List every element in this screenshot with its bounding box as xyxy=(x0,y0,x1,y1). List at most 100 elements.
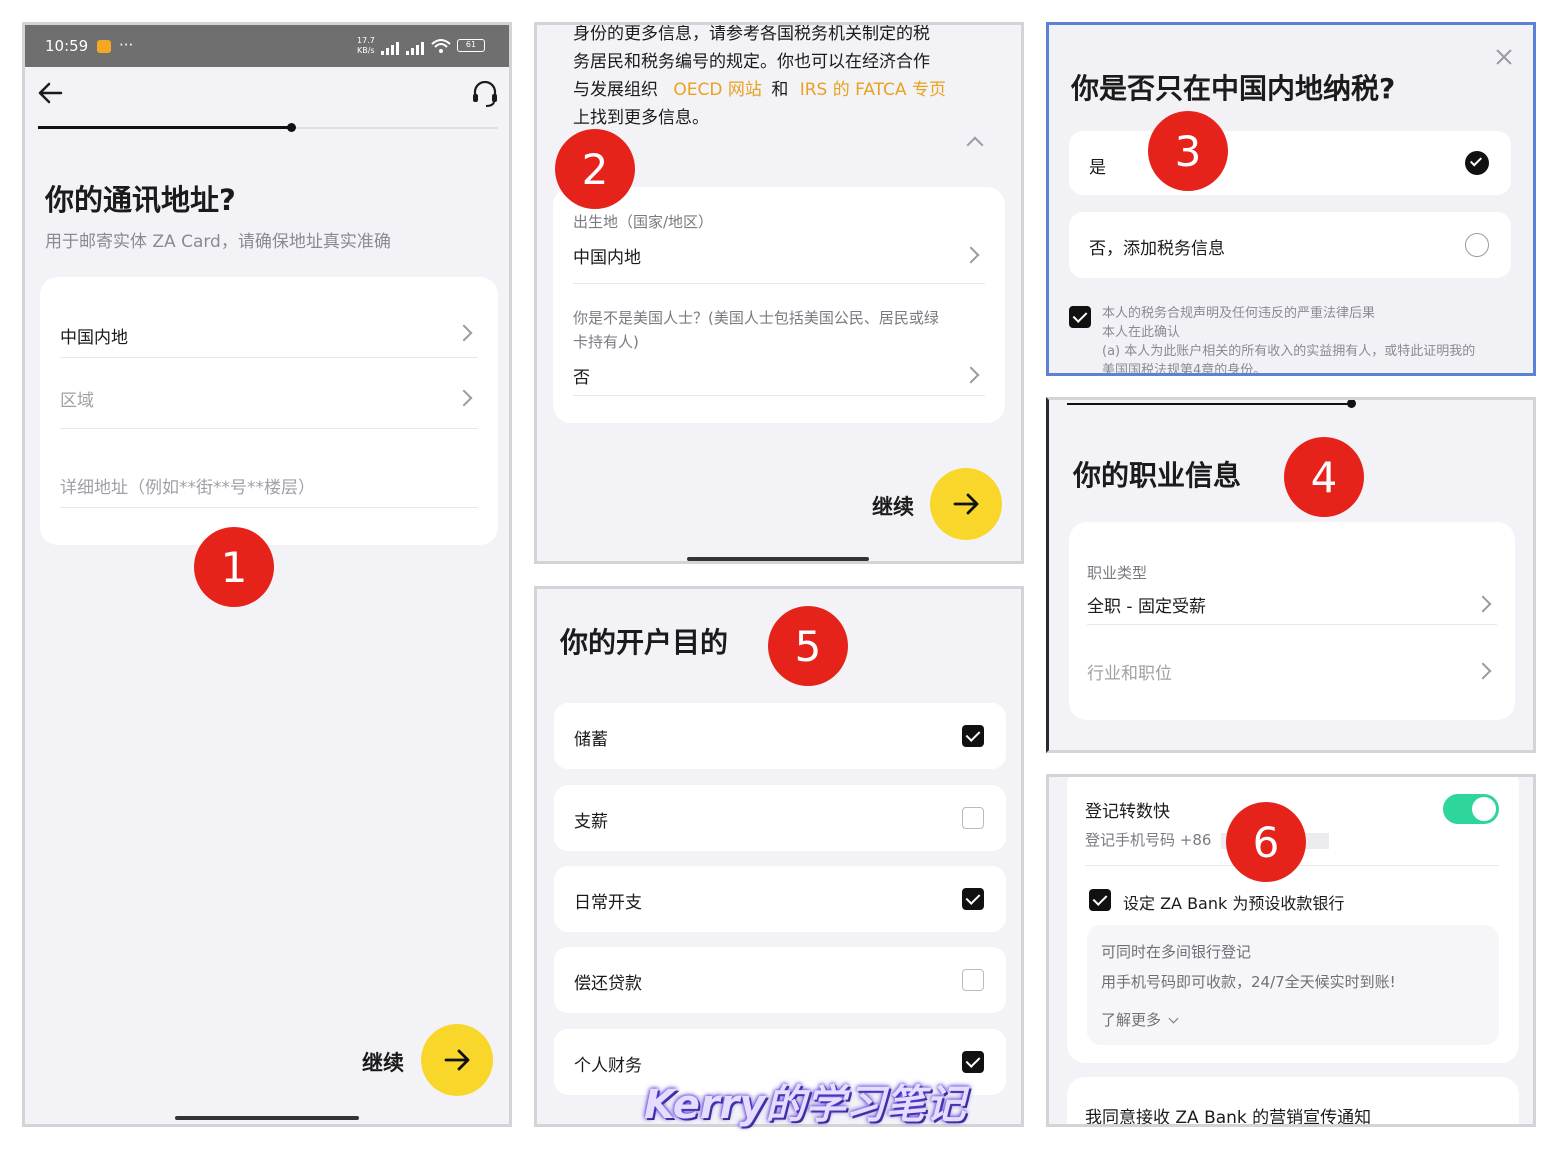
option-yes[interactable]: 是 xyxy=(1069,131,1511,195)
birthplace-select[interactable]: 出生地（国家/地区） 中国内地 xyxy=(573,211,985,275)
job-type-select[interactable]: 职业类型 全职 - 固定受薪 xyxy=(1087,562,1497,624)
divider xyxy=(573,283,985,284)
marketing-consent-label: 我同意接收 ZA Bank 的营销宣传通知 xyxy=(1085,1108,1372,1127)
learn-more-link[interactable]: 了解更多 xyxy=(1101,1009,1179,1030)
fps-info-box: 可同时在多间银行登记 用手机号码即可收款，24/7全天候实时到账! 了解更多 xyxy=(1087,925,1499,1045)
occupation-card: 职业类型 全职 - 固定受薪 行业和职位 xyxy=(1069,522,1515,720)
irs-fatca-link[interactable]: IRS 的 FATCA 专页 xyxy=(800,80,946,100)
arrow-right-icon xyxy=(953,493,979,515)
page-title: 你的开户目的 xyxy=(560,626,729,659)
chevron-right-icon xyxy=(455,389,473,407)
us-person-answer: 否 xyxy=(573,368,590,388)
personal-info-card: 出生地（国家/地区） 中国内地 你是不是美国人士？(美国人士包括美国公民、居民或… xyxy=(553,187,1005,423)
back-arrow-icon[interactable] xyxy=(37,81,63,109)
radio-checked-icon xyxy=(1465,151,1489,175)
declaration-line3: (a) 本人为此账户相关的所有收入的实益拥有人，或特此证明我的 xyxy=(1102,344,1476,359)
checkbox-checked-icon xyxy=(962,1051,984,1073)
battery-icon: 61 xyxy=(457,39,485,52)
step-badge-1: 1 xyxy=(194,527,274,607)
step-badge-5: 5 xyxy=(768,606,848,686)
chevron-down-icon xyxy=(1168,1013,1179,1024)
arrow-right-icon xyxy=(444,1049,470,1071)
notification-icon xyxy=(97,40,111,53)
page-title: 你的通讯地址? xyxy=(45,183,236,217)
progress-dot xyxy=(1347,400,1356,408)
home-indicator xyxy=(175,1116,359,1120)
checkbox-checked-icon xyxy=(962,725,984,747)
progress-track xyxy=(38,123,498,132)
job-type-label: 职业类型 xyxy=(1087,564,1148,582)
fps-title: 登记转数快 xyxy=(1085,802,1170,822)
customer-service-icon[interactable] xyxy=(471,80,499,111)
us-person-question-line1: 你是不是美国人士？(美国人士包括美国公民、居民或绿 xyxy=(573,309,939,327)
info-paragraph-line4: 上找到更多信息。 xyxy=(573,108,709,128)
info-paragraph-line1: 身份的更多信息，请参考各国税务机关制定的税 xyxy=(573,24,930,44)
option-no[interactable]: 否，添加税务信息 xyxy=(1069,212,1511,278)
fps-toggle[interactable] xyxy=(1443,794,1499,824)
birthplace-label: 出生地（国家/地区） xyxy=(573,213,714,231)
info-paragraph-line3: 与发展组织 OECD 网站 和 IRS 的 FATCA 专页 xyxy=(573,75,946,100)
option-yes-label: 是 xyxy=(1089,158,1106,178)
chevron-right-icon xyxy=(455,324,473,342)
region-select[interactable]: 中国内地 xyxy=(60,299,478,357)
and-text: 和 xyxy=(771,80,789,100)
address-form-card: 中国内地 区域 详细地址（例如**街**号**楼层） xyxy=(40,277,498,545)
declaration-line1: 本人的税务合规声明及任何违反的严重法律后果 xyxy=(1102,306,1376,321)
region-value: 中国内地 xyxy=(60,328,128,348)
status-time: 10:59 xyxy=(45,37,89,55)
declaration-line2: 本人在此确认 xyxy=(1102,325,1181,340)
oecd-link[interactable]: OECD 网站 xyxy=(673,80,762,100)
step-badge-2: 2 xyxy=(555,129,635,209)
status-bar: 10:59 ··· 17.7 KB/s 61 xyxy=(25,25,509,67)
chevron-up-icon[interactable] xyxy=(966,136,984,154)
checkbox-checked-icon xyxy=(962,888,984,910)
panel-tax-question: 你是否只在中国内地纳税? 是 否，添加税务信息 本人的税务合规声明及任何违反的严… xyxy=(1046,22,1536,376)
panel-occupation: 你的职业信息 职业类型 全职 - 固定受薪 行业和职位 xyxy=(1046,397,1536,753)
purpose-option[interactable]: 支薪 xyxy=(554,785,1006,851)
page-title: 你的职业信息 xyxy=(1073,459,1242,492)
wifi-icon xyxy=(431,38,451,58)
net-speed-num: 17.7 xyxy=(357,36,375,45)
net-speed-unit: KB/s xyxy=(357,46,375,55)
purpose-option[interactable]: 偿还贷款 xyxy=(554,947,1006,1013)
purpose-option[interactable]: 储蓄 xyxy=(554,703,1006,769)
step-badge-6: 6 xyxy=(1226,802,1306,882)
step-badge-4: 4 xyxy=(1284,437,1364,517)
info-paragraph-line2: 务居民和税务编号的规定。你也可以在经济合作 xyxy=(573,52,930,72)
purpose-label: 支薪 xyxy=(574,812,608,832)
close-icon[interactable] xyxy=(1494,47,1514,71)
divider xyxy=(573,395,985,396)
birthplace-value: 中国内地 xyxy=(573,248,641,268)
fps-phone-label: 登记手机号码 +86 xyxy=(1085,831,1212,849)
us-person-select[interactable]: 你是不是美国人士？(美国人士包括美国公民、居民或绿 卡持有人) 否 xyxy=(573,307,985,397)
checkbox-unchecked-icon xyxy=(962,969,984,991)
address-input[interactable]: 详细地址（例如**街**号**楼层） xyxy=(60,429,478,509)
default-bank-label: 设定 ZA Bank 为预设收款银行 xyxy=(1123,894,1345,913)
checkbox-unchecked-icon xyxy=(962,807,984,829)
progress-fill xyxy=(38,126,291,129)
chevron-right-icon xyxy=(962,246,980,264)
radio-unchecked-icon xyxy=(1465,233,1489,257)
job-type-value: 全职 - 固定受薪 xyxy=(1087,597,1206,617)
toggle-knob xyxy=(1472,797,1496,821)
question-title: 你是否只在中国内地纳税? xyxy=(1071,72,1396,105)
info-paragraph-text: 与发展组织 xyxy=(573,80,658,100)
default-bank-checkbox[interactable] xyxy=(1089,889,1111,911)
district-placeholder: 区域 xyxy=(60,391,94,411)
district-select[interactable]: 区域 xyxy=(60,358,478,428)
continue-button[interactable] xyxy=(930,468,1002,540)
continue-label: 继续 xyxy=(872,495,914,519)
page-subtitle: 用于邮寄实体 ZA Card，请确保地址真实准确 xyxy=(45,232,391,252)
continue-button[interactable] xyxy=(421,1024,493,1096)
continue-label: 继续 xyxy=(362,1051,404,1075)
marketing-card[interactable]: 我同意接收 ZA Bank 的营销宣传通知 xyxy=(1067,1077,1519,1127)
panel-tax-residency: 身份的更多信息，请参考各国税务机关制定的税 务居民和税务编号的规定。你也可以在经… xyxy=(534,22,1024,564)
purpose-option[interactable]: 日常开支 xyxy=(554,866,1006,932)
progress-dot xyxy=(287,123,296,132)
industry-select[interactable]: 行业和职位 xyxy=(1087,625,1497,695)
declaration-checkbox[interactable] xyxy=(1069,306,1091,328)
purpose-label: 储蓄 xyxy=(574,730,608,750)
battery-level: 61 xyxy=(465,40,477,49)
info-line1: 可同时在多间银行登记 xyxy=(1101,943,1252,961)
divider xyxy=(60,507,478,508)
